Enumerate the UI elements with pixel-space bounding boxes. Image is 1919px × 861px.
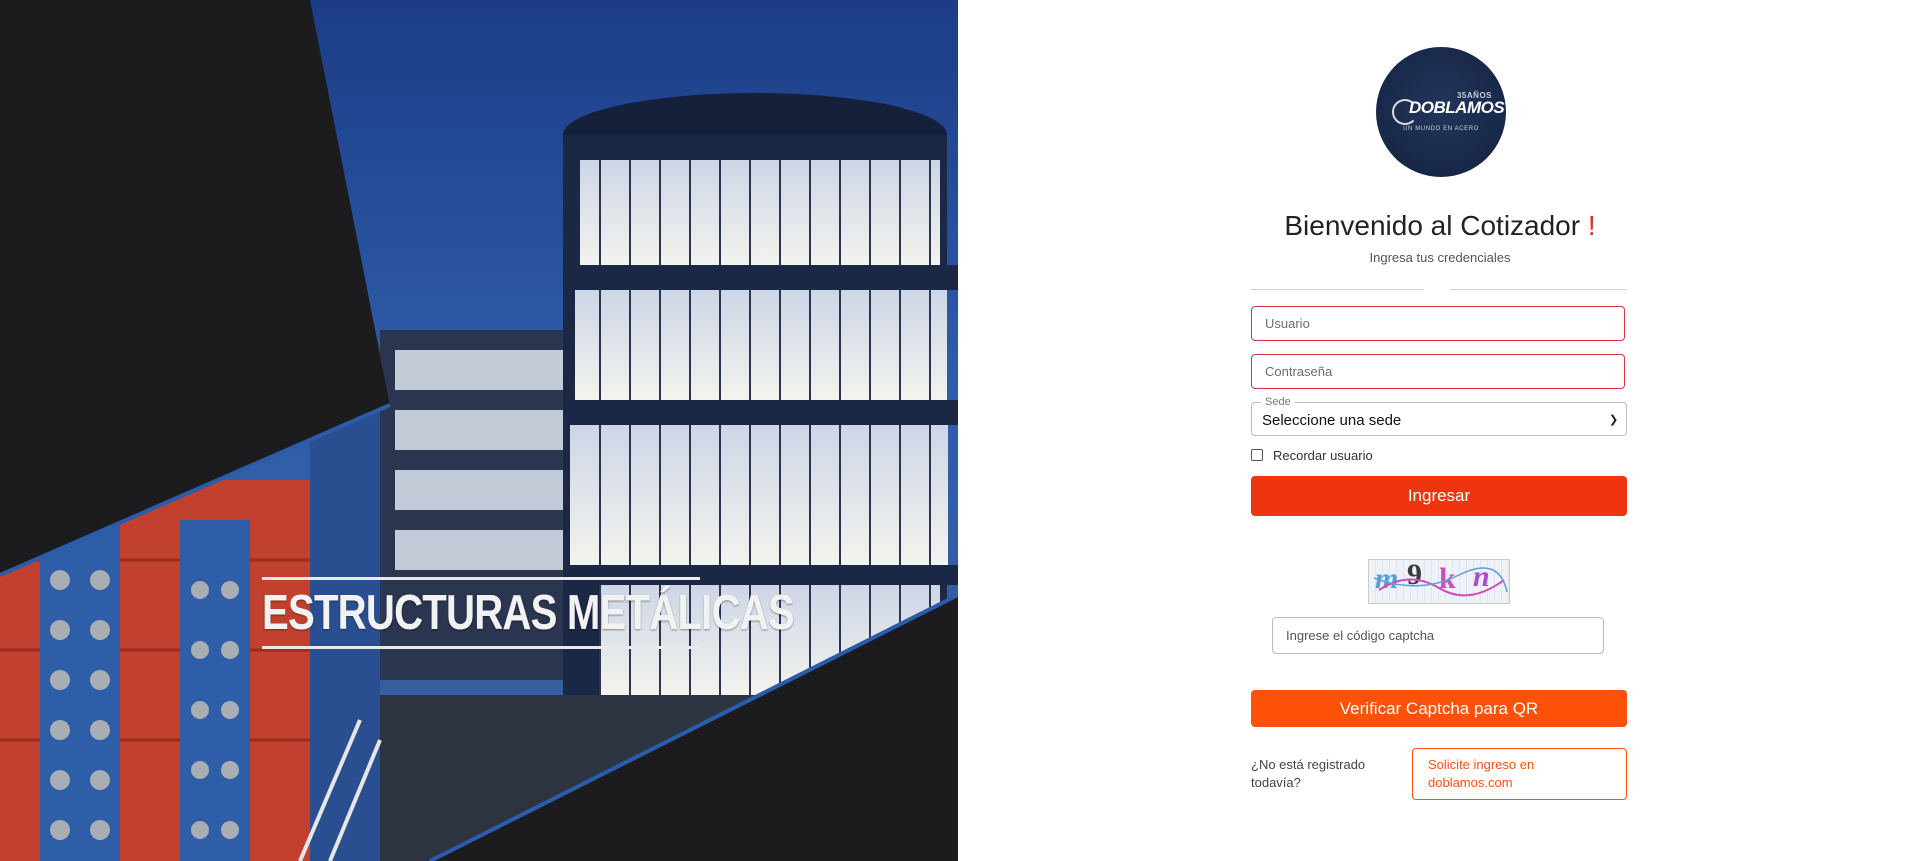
password-input[interactable] [1251, 354, 1625, 389]
remember-checkbox[interactable] [1251, 449, 1263, 461]
captcha-noise [1373, 567, 1508, 597]
verify-captcha-button[interactable]: Verificar Captcha para QR [1251, 690, 1627, 727]
captcha-image: m 9 k n [1368, 559, 1510, 604]
logo-tagline: UN MUNDO EN ACERO [1403, 126, 1479, 132]
hero-panel: ESTRUCTURAS METÁLICAS [0, 0, 958, 861]
doblamos-logo: 35AÑOS DOBLAMOS UN MUNDO EN ACERO [1376, 47, 1506, 177]
page-title-mark: ! [1587, 210, 1596, 241]
hero-caption: ESTRUCTURAS METÁLICAS [262, 586, 795, 640]
sede-label: Sede [1261, 396, 1295, 408]
login-button[interactable]: Ingresar [1251, 476, 1627, 516]
captcha-input[interactable] [1272, 617, 1604, 654]
username-input[interactable] [1251, 306, 1625, 341]
caption-bottom-rule [262, 646, 700, 649]
remember-label: Recordar usuario [1273, 448, 1373, 463]
request-access-link[interactable]: Solicite ingreso en doblamos.com [1412, 748, 1627, 800]
divider-left [1251, 289, 1424, 290]
logo-brand: DOBLAMOS [1409, 98, 1505, 117]
page-title: Bienvenido al Cotizador ! [1251, 210, 1629, 242]
caption-top-rule [262, 577, 700, 580]
hero-image [0, 0, 958, 861]
divider-right [1450, 289, 1627, 290]
page-title-text: Bienvenido al Cotizador [1284, 210, 1581, 241]
register-prompt: ¿No está registrado todavía? [1251, 757, 1366, 790]
page-subtitle: Ingresa tus credenciales [1369, 250, 1511, 265]
sede-selected-value: Seleccione una sede [1262, 412, 1402, 429]
chevron-down-icon: ❯ [1609, 414, 1619, 426]
